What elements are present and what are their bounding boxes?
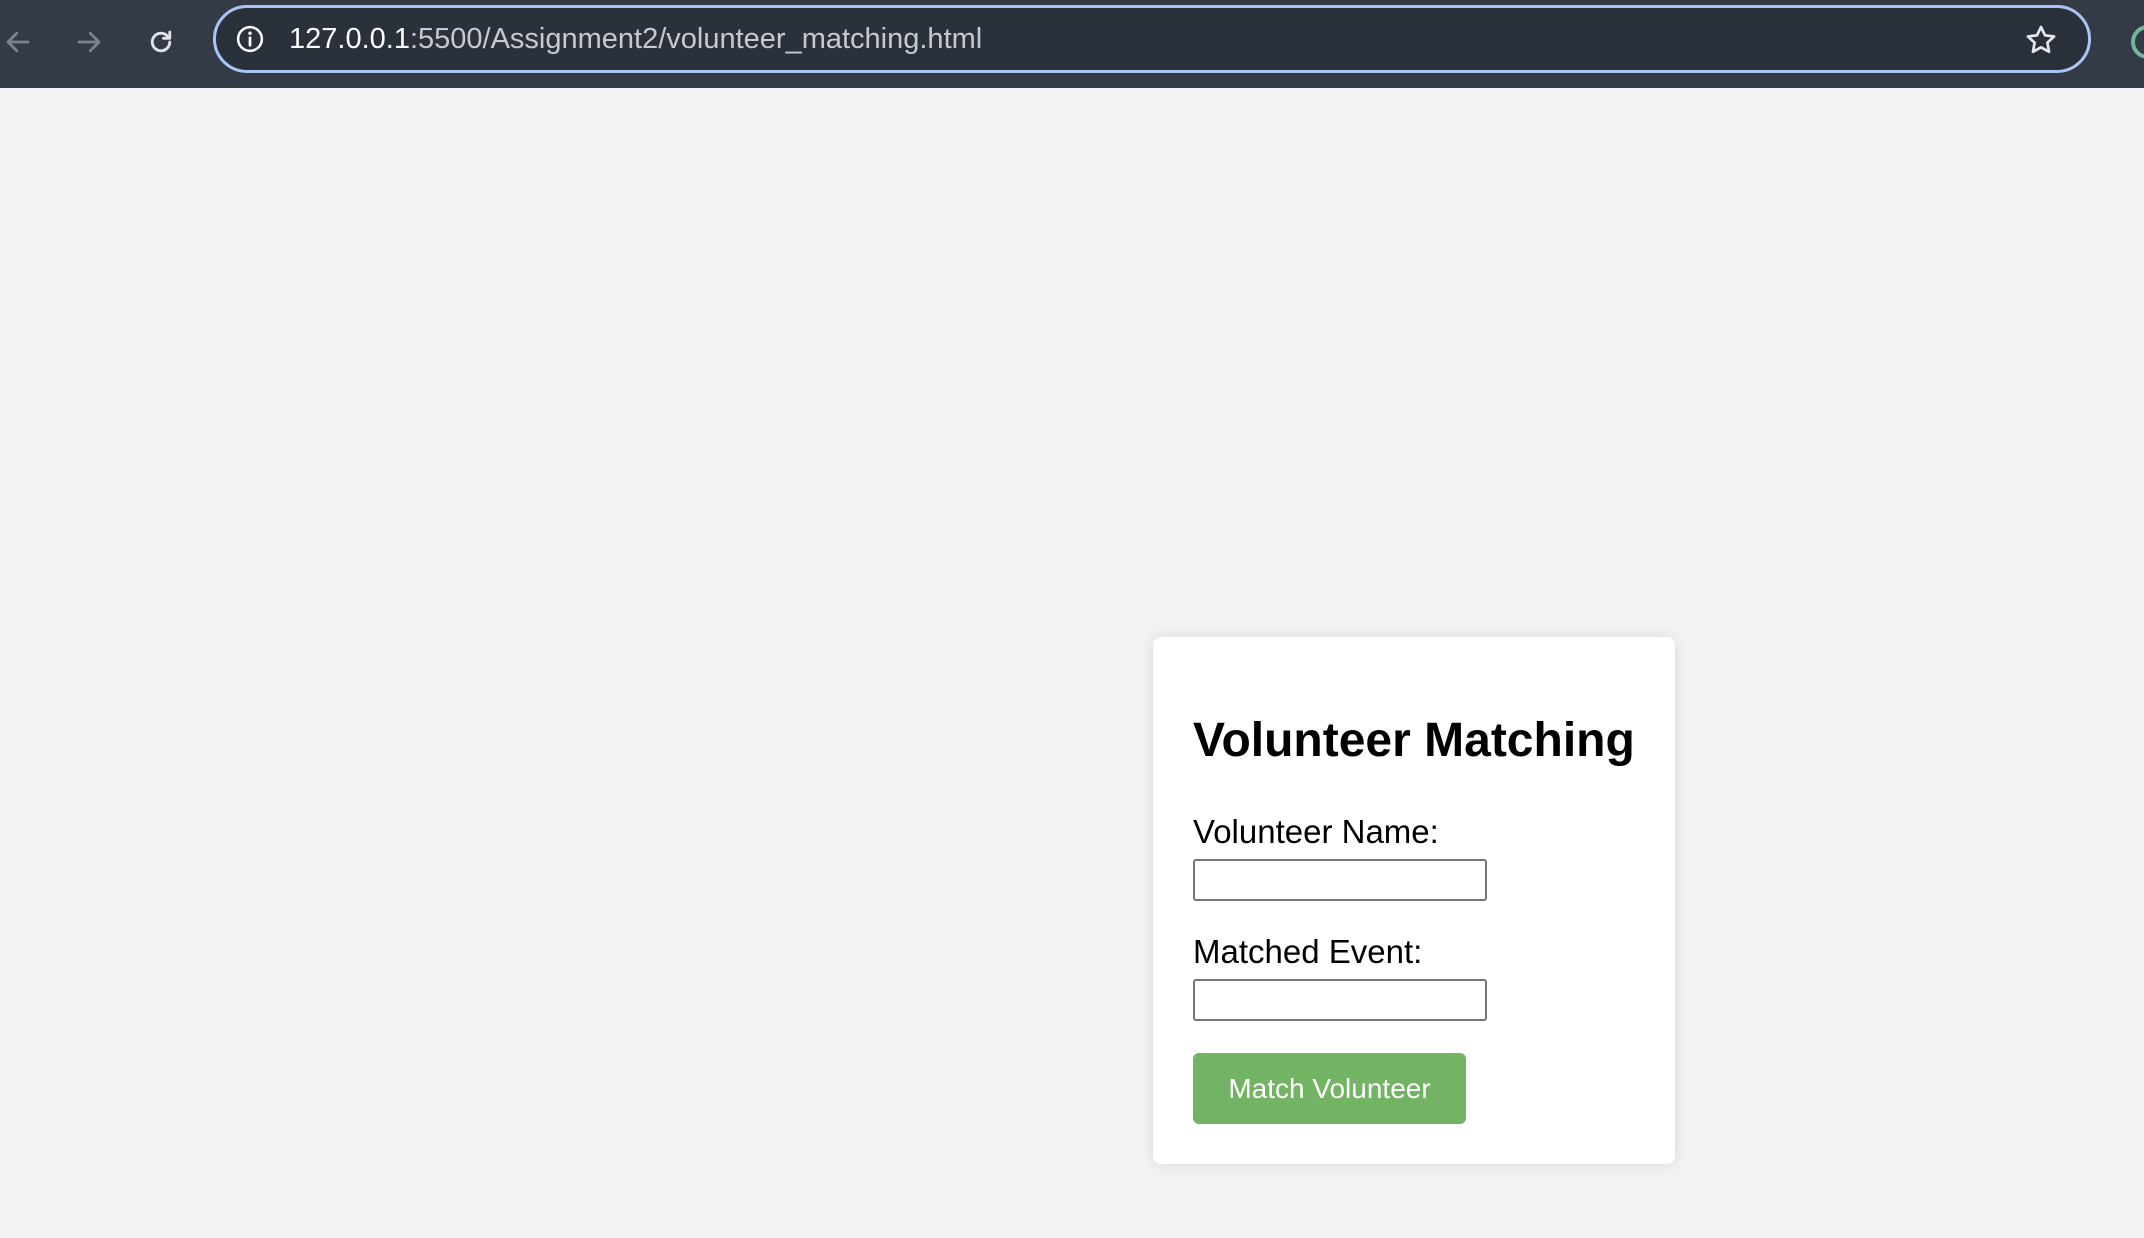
forward-button[interactable]	[67, 20, 111, 64]
volunteer-name-input[interactable]	[1193, 859, 1487, 901]
matched-event-label: Matched Event:	[1193, 933, 1423, 970]
volunteer-matching-form: Volunteer Matching Volunteer Name: Match…	[1153, 637, 1675, 1164]
url-host: 127.0.0.1	[289, 23, 410, 55]
forward-arrow-icon	[77, 31, 101, 53]
volunteer-name-label: Volunteer Name:	[1193, 813, 1439, 850]
match-volunteer-button[interactable]: Match Volunteer	[1193, 1053, 1466, 1124]
page-title: Volunteer Matching	[1193, 714, 1635, 767]
extension-icon[interactable]	[2128, 22, 2144, 62]
reload-button[interactable]	[139, 20, 183, 64]
browser-toolbar: 127.0.0.1:5500/Assignment2/volunteer_mat…	[0, 0, 2144, 88]
address-bar[interactable]: 127.0.0.1:5500/Assignment2/volunteer_mat…	[213, 5, 2091, 73]
url-text[interactable]: 127.0.0.1:5500/Assignment2/volunteer_mat…	[289, 22, 982, 56]
reload-icon	[150, 30, 172, 53]
back-button[interactable]	[0, 20, 40, 64]
url-path: :5500/Assignment2/volunteer_matching.htm…	[409, 23, 983, 55]
back-arrow-icon	[6, 31, 30, 53]
bookmark-star-icon[interactable]	[2024, 23, 2058, 57]
matched-event-input[interactable]	[1193, 979, 1487, 1021]
site-info-icon[interactable]	[235, 24, 265, 54]
